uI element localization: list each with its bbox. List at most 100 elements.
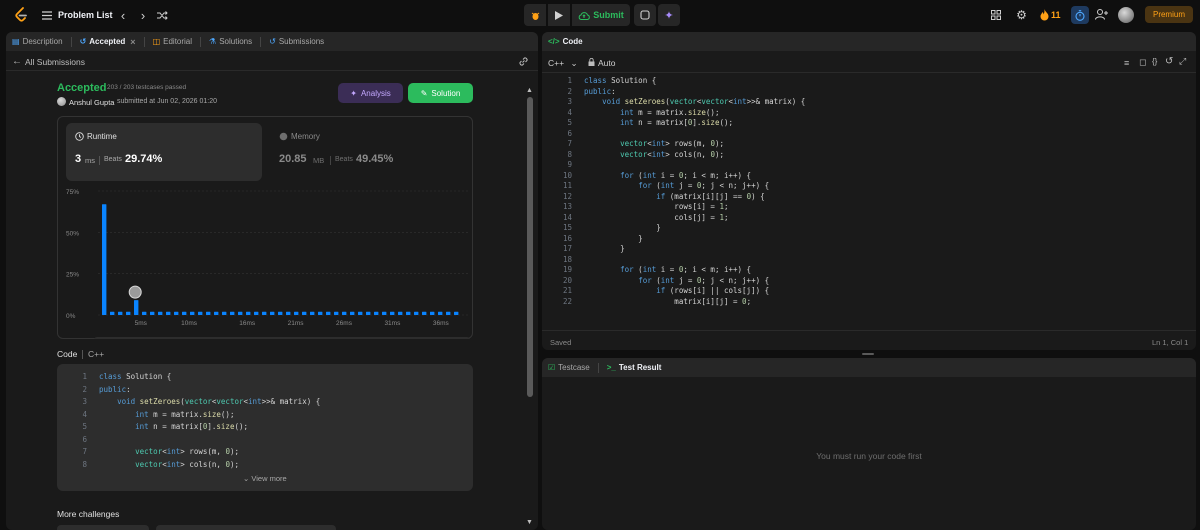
ai-assist-button[interactable]: ✦ xyxy=(658,4,680,26)
chart-bar xyxy=(158,311,163,315)
tab-divider xyxy=(70,36,72,47)
settings-gear-icon[interactable]: ⚙ xyxy=(1015,8,1028,22)
runtime-unit: ms xyxy=(85,156,95,165)
tab-divider xyxy=(200,36,202,47)
chart-bar xyxy=(454,311,459,315)
panel-resize-handle[interactable] xyxy=(862,353,874,355)
all-submissions-link[interactable]: All Submissions xyxy=(25,57,85,67)
timer-icon[interactable] xyxy=(1071,6,1089,24)
chart-bar xyxy=(190,311,195,315)
x-tick-label: 16ms xyxy=(239,320,256,327)
code-line: 20 for (int j = 0; j < n; j++) { xyxy=(542,276,769,287)
memory-divider xyxy=(330,156,331,165)
code-line: 2 public: xyxy=(542,87,615,98)
tab-submissions[interactable]: ↺ Submissions xyxy=(269,37,324,46)
tab-testcase-label: Testcase xyxy=(558,363,590,372)
problem-list-link[interactable]: Problem List xyxy=(58,10,113,20)
code-editor[interactable]: 1 class Solution {2 public: 3 void setZeroe… xyxy=(542,76,1182,326)
author-name[interactable]: Anshul Gupta xyxy=(69,98,114,107)
solution-button[interactable]: ✎ Solution xyxy=(408,83,473,103)
premium-button[interactable]: Premium xyxy=(1145,6,1193,23)
debug-button[interactable] xyxy=(524,4,546,26)
reset-icon[interactable]: ↺ xyxy=(1165,56,1173,67)
line-number: 20 xyxy=(562,275,572,285)
layout-grid-icon[interactable] xyxy=(990,9,1002,21)
top-nav: Problem List ‹ › Submit ✦ ⚙ 11 Premium xyxy=(0,0,1200,30)
memory-label: Memory xyxy=(291,132,320,141)
tab-description[interactable]: ▤ Description xyxy=(12,37,63,46)
runtime-box[interactable]: Runtime 3 ms Beats 29.74% xyxy=(66,123,262,181)
clock-icon xyxy=(75,132,84,141)
description-icon: ▤ xyxy=(12,37,20,46)
user-avatar[interactable] xyxy=(1118,7,1134,23)
problem-list-icon[interactable] xyxy=(41,9,53,21)
chart-bar xyxy=(126,311,131,315)
chart-bar xyxy=(174,311,179,315)
line-number: 8 xyxy=(82,459,87,469)
runtime-distribution-chart[interactable]: 75%50%25%0%5ms10ms16ms21ms26ms31ms36ms5m… xyxy=(58,183,474,339)
empty-result-message: You must run your code first xyxy=(816,451,922,461)
x-tick-label: 21ms xyxy=(288,320,305,327)
memory-beats-label: Beats xyxy=(335,156,353,163)
chart-bar xyxy=(246,311,251,315)
auto-mode[interactable]: Auto xyxy=(598,58,616,68)
shuffle-icon[interactable] xyxy=(156,9,168,21)
back-arrow-icon[interactable]: ← xyxy=(12,56,22,67)
chart-bar xyxy=(318,311,323,315)
submit-button[interactable]: Submit xyxy=(572,4,630,26)
notes-button[interactable] xyxy=(634,4,656,26)
chart-bar xyxy=(342,311,347,315)
code-line: 18 xyxy=(542,255,584,266)
chart-bar xyxy=(198,311,203,315)
scroll-down-arrow[interactable]: ▼ xyxy=(526,519,533,526)
analysis-button[interactable]: ✦ Analysis xyxy=(338,83,403,103)
code-editor-panel: </> Code C++ ⌄ Auto ≡ ◻ {} ↺ ⤢ 1 class So… xyxy=(542,32,1196,350)
line-number: 3 xyxy=(82,397,87,406)
book-icon: ◫ xyxy=(152,37,161,46)
code-line: 22 matrix[i][j] = 0; xyxy=(542,297,751,308)
leetcode-logo-icon[interactable] xyxy=(13,6,29,23)
memory-box[interactable]: Memory 20.85 MB Beats 49.45% xyxy=(270,123,466,181)
view-more-button[interactable]: ⌄ View more xyxy=(243,474,287,483)
code-text: vector<int> rows(m, 0); xyxy=(135,447,239,456)
challenge-card[interactable] xyxy=(156,525,336,530)
link-icon[interactable] xyxy=(518,56,530,68)
tab-solutions[interactable]: ⚗ Solutions xyxy=(209,37,252,46)
runtime-beats: 29.74% xyxy=(125,153,163,165)
tab-accepted[interactable]: ↺ Accepted × xyxy=(80,37,136,47)
y-tick-label: 50% xyxy=(66,230,79,237)
left-scrollbar[interactable] xyxy=(527,97,533,397)
bookmark-icon[interactable]: ◻ xyxy=(1139,57,1146,68)
scroll-up-arrow[interactable]: ▲ xyxy=(526,87,533,94)
tab-code[interactable]: </> Code xyxy=(548,37,583,46)
expand-icon[interactable]: ⤢ xyxy=(1179,56,1186,67)
format-icon[interactable]: ≡ xyxy=(1124,58,1129,68)
chart-bar xyxy=(430,311,435,315)
runtime-beats-label: Beats xyxy=(104,156,122,163)
next-problem-icon[interactable]: › xyxy=(137,8,149,23)
tab-testcase[interactable]: ☑ Testcase xyxy=(548,363,590,372)
add-friend-icon[interactable] xyxy=(1094,8,1108,21)
chart-bar xyxy=(438,311,443,315)
tab-test-result[interactable]: >_ Test Result xyxy=(607,363,662,372)
close-tab-icon[interactable]: × xyxy=(130,37,135,47)
tab-test-result-label: Test Result xyxy=(618,363,662,372)
prev-problem-icon[interactable]: ‹ xyxy=(117,8,129,23)
streak-fire-icon[interactable] xyxy=(1039,8,1049,21)
challenge-card[interactable] xyxy=(57,525,149,530)
lock-icon xyxy=(588,57,596,67)
run-button[interactable] xyxy=(548,4,570,26)
line-number: 22 xyxy=(562,296,572,306)
chart-bar xyxy=(366,311,371,315)
tab-solutions-label: Solutions xyxy=(219,37,253,46)
history-icon: ↺ xyxy=(269,37,276,46)
language-select[interactable]: C++ ⌄ xyxy=(548,58,578,69)
history-icon: ↺ xyxy=(79,37,87,46)
braces-icon[interactable]: {} xyxy=(1152,57,1157,66)
tab-divider xyxy=(143,36,145,47)
line-number: 5 xyxy=(567,118,572,127)
more-challenges-heading: More challenges xyxy=(57,509,120,519)
author-avatar xyxy=(57,97,66,106)
tab-editorial[interactable]: ◫ Editorial xyxy=(153,37,192,46)
chevron-down-icon: ⌄ xyxy=(243,474,250,483)
